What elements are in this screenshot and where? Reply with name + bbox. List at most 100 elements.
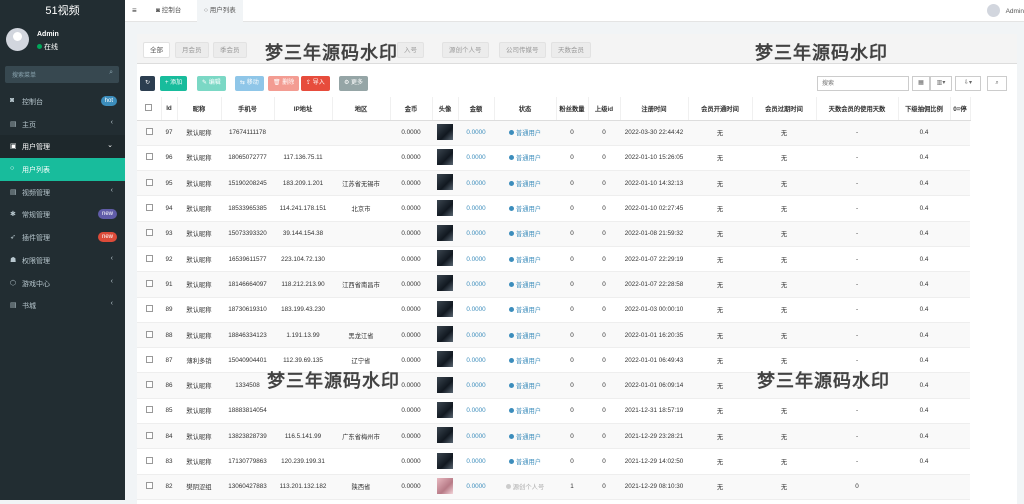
cell-amount[interactable]: 0.0000	[458, 145, 494, 172]
cell-amount[interactable]: 0.0000	[458, 120, 494, 146]
more-button[interactable]: ⚙ 更多	[339, 76, 369, 91]
sidebar-item-6[interactable]: ➶ 插件管理 new	[0, 226, 125, 249]
column-header[interactable]	[137, 97, 162, 121]
cell-amount[interactable]: 0.0000	[458, 448, 494, 475]
table-row[interactable]: 96 默认昵称 18065072777 117.136.75.11 0.0000 0.00…	[137, 145, 970, 172]
cell-amount[interactable]: 0.0000	[458, 398, 494, 425]
user-avatar-image[interactable]	[437, 275, 453, 292]
checkbox-cell[interactable]	[137, 195, 161, 222]
table-row[interactable]: 92 默认昵称 16539611577 223.104.72.130 0.0000 0.0…	[137, 246, 970, 273]
add-button[interactable]: + 添加	[160, 76, 188, 91]
user-avatar-image[interactable]	[437, 452, 453, 469]
row-checkbox[interactable]	[145, 305, 153, 313]
cell-amount[interactable]: 0.0000	[458, 170, 494, 197]
checkbox-cell[interactable]	[137, 398, 161, 425]
table-row[interactable]: 88 默认昵称 18846334123 1.191.13.99 黑龙江省 0.0000 0.…	[137, 322, 970, 349]
checkbox-cell[interactable]	[137, 372, 161, 399]
toggle-view-icon[interactable]: ▦	[912, 76, 930, 91]
sidebar-item-8[interactable]: ⬡ 游戏中心 ‹	[0, 272, 125, 295]
filter-tab-8[interactable]: 天数会员	[551, 42, 591, 58]
topbar-user-name[interactable]: Admin	[1006, 8, 1024, 15]
checkbox-cell[interactable]	[137, 297, 161, 323]
cell-amount[interactable]: 0.0000	[458, 271, 494, 298]
row-checkbox[interactable]	[145, 381, 153, 389]
topbar-avatar[interactable]	[987, 4, 1000, 17]
checkbox-cell[interactable]	[137, 322, 161, 349]
row-checkbox[interactable]	[145, 406, 153, 414]
filter-tab-7[interactable]: 公司传媒号	[499, 42, 546, 58]
user-avatar-image[interactable]	[437, 174, 453, 191]
checkbox-cell[interactable]	[137, 221, 161, 247]
checkbox-cell[interactable]	[137, 246, 161, 273]
cell-amount[interactable]: 0.0000	[458, 221, 494, 247]
row-checkbox[interactable]	[145, 229, 153, 237]
sidebar-item-0[interactable]: ◙ 控制台 hot	[0, 90, 125, 113]
app-logo[interactable]: 51视频	[0, 0, 125, 22]
cell-amount[interactable]: 0.0000	[458, 322, 494, 349]
row-checkbox[interactable]	[145, 431, 153, 439]
cell-amount[interactable]: 0.0000	[458, 474, 494, 500]
tab-user-list[interactable]: ○ 用户列表	[197, 0, 243, 22]
sidebar-item-9[interactable]: ▤ 书城 ‹	[0, 294, 125, 317]
table-row[interactable]: 93 默认昵称 15073393320 39.144.154.38 0.0000 0.00…	[137, 221, 970, 247]
table-search-input[interactable]	[817, 76, 909, 91]
edit-button[interactable]: ✎ 编辑	[197, 76, 226, 91]
row-checkbox[interactable]	[145, 153, 153, 161]
row-checkbox[interactable]	[145, 279, 153, 287]
cell-amount[interactable]: 0.0000	[458, 246, 494, 273]
filter-tab-2[interactable]: 季会员	[213, 42, 247, 58]
import-button[interactable]: ⇪ 导入	[301, 76, 330, 91]
search-icon[interactable]: ⌕	[109, 69, 113, 77]
cell-amount[interactable]: 0.0000	[458, 423, 494, 450]
user-avatar-image[interactable]	[437, 300, 453, 317]
user-avatar-image[interactable]	[437, 401, 453, 418]
user-avatar-image[interactable]	[437, 376, 453, 393]
user-avatar-image[interactable]	[437, 427, 453, 444]
sidebar-item-3[interactable]: ○ 用户列表	[0, 158, 125, 181]
checkbox-cell[interactable]	[137, 271, 161, 298]
filter-tab-6[interactable]: 源创个人号	[442, 42, 489, 58]
row-checkbox[interactable]	[145, 457, 153, 464]
table-row[interactable]: 91 默认昵称 18146664097 118.212.213.90 江西省南昌市 0.0…	[137, 271, 970, 298]
columns-icon[interactable]: ▥▾	[930, 76, 952, 91]
user-avatar-image[interactable]	[437, 250, 453, 267]
row-checkbox[interactable]	[145, 128, 153, 136]
refresh-button[interactable]: ↻	[140, 76, 156, 91]
row-checkbox[interactable]	[145, 482, 153, 490]
select-all-checkbox[interactable]	[145, 103, 153, 111]
user-avatar-image[interactable]	[437, 326, 453, 343]
checkbox-cell[interactable]	[137, 120, 161, 146]
user-avatar-image[interactable]	[437, 351, 453, 368]
table-row[interactable]: 97 默认昵称 17674111178 0.0000 0.0000 普通用户 0 0 2022-…	[137, 120, 970, 146]
sidebar-item-1[interactable]: ▤ 主页 ‹	[0, 113, 125, 136]
checkbox-cell[interactable]	[137, 448, 161, 475]
user-avatar-image[interactable]	[437, 477, 453, 494]
filter-tab-1[interactable]: 月会员	[175, 42, 209, 58]
sidebar-item-4[interactable]: ▤ 视频管理 ‹	[0, 181, 125, 204]
table-row[interactable]: 82 樊阴涩组 13060427883 113.201.132.182 陕西省 0.000…	[137, 474, 970, 500]
filter-tab-0[interactable]: 全部	[143, 42, 170, 58]
search-toggle-icon[interactable]: ⌕	[987, 76, 1007, 91]
delete-button[interactable]: 🗑 删除	[268, 76, 300, 91]
sidebar-search-input[interactable]: 搜索菜单 ⌕	[5, 66, 119, 83]
cell-amount[interactable]: 0.0000	[458, 372, 494, 399]
user-avatar-image[interactable]	[437, 199, 453, 216]
table-row[interactable]: 94 默认昵称 18533965385 114.241.178.151 北京市 0.000…	[137, 195, 970, 222]
filter-tab-5[interactable]: 入号	[397, 42, 424, 58]
menu-toggle-icon[interactable]: ≡	[132, 6, 137, 15]
sidebar-item-2[interactable]: ▣ 用户管理 ⌄	[0, 135, 125, 159]
cell-amount[interactable]: 0.0000	[458, 195, 494, 222]
table-row[interactable]: 83 默认昵称 17130779863 120.239.199.31 0.0000 0.0…	[137, 448, 970, 475]
table-row[interactable]: 89 默认昵称 18730619310 183.199.43.230 0.0000 0.0…	[137, 297, 970, 323]
user-avatar-image[interactable]	[437, 224, 453, 241]
user-avatar-image[interactable]	[437, 123, 453, 140]
checkbox-cell[interactable]	[137, 474, 161, 500]
table-row[interactable]: 95 默认昵称 15190208245 183.209.1.201 江苏省无锡市 0.00…	[137, 170, 970, 197]
checkbox-cell[interactable]	[137, 347, 161, 374]
cell-amount[interactable]: 0.0000	[458, 297, 494, 323]
export-icon[interactable]: ⇩▾	[955, 76, 981, 91]
row-checkbox[interactable]	[145, 254, 153, 262]
checkbox-cell[interactable]	[137, 145, 161, 172]
checkbox-cell[interactable]	[137, 170, 161, 197]
row-checkbox[interactable]	[145, 204, 153, 212]
